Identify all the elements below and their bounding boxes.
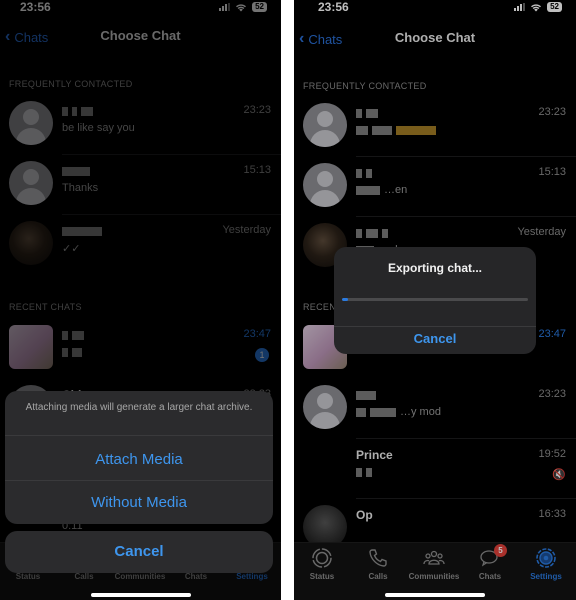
without-media-button[interactable]: Without Media	[5, 494, 273, 511]
left-screen: 23:56 52 ‹ Chats Choose Chat FREQUENTLY …	[0, 0, 281, 600]
home-indicator	[385, 593, 485, 597]
home-indicator	[90, 593, 191, 597]
action-sheet: Attaching media will generate a larger c…	[5, 391, 273, 524]
action-sheet-message: Attaching media will generate a larger c…	[25, 402, 253, 413]
cancel-export-button[interactable]: Cancel	[334, 331, 536, 346]
attach-media-button[interactable]: Attach Media	[5, 451, 273, 468]
cancel-button[interactable]: Cancel	[5, 531, 273, 573]
divider	[5, 435, 273, 436]
divider	[334, 326, 536, 327]
alert-title: Exporting chat...	[387, 261, 482, 275]
export-progress-bar	[342, 298, 528, 301]
divider	[5, 480, 273, 481]
export-progress-fill	[342, 298, 348, 301]
right-screen: 23:56 52 ‹ Chats Choose Chat FREQUENTLY …	[294, 0, 576, 600]
export-alert: Exporting chat... Cancel	[334, 247, 536, 354]
